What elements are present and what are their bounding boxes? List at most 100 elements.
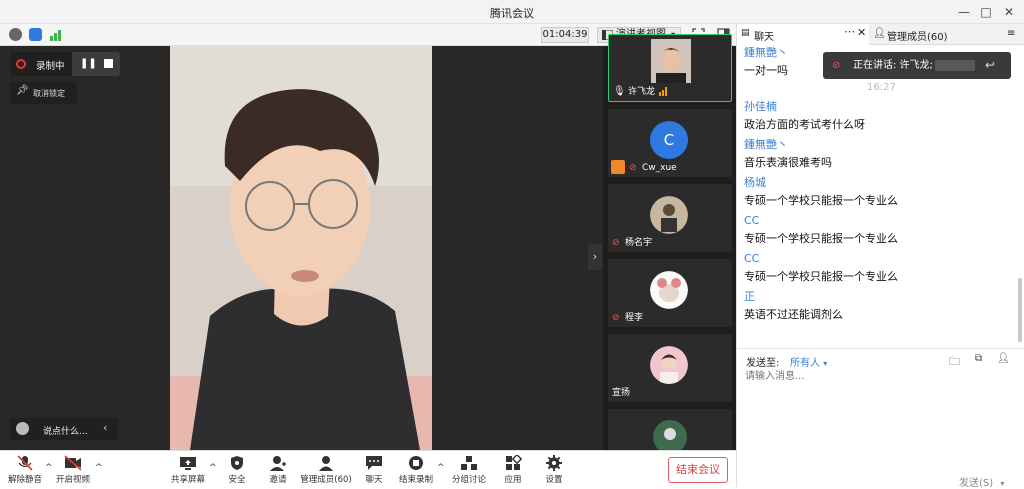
participant-name: Cw_xue	[642, 163, 677, 173]
side-tabs: ▤ 聊天 ⋯ ✕ 👤︎ 管理成员(60) ≡	[737, 24, 1024, 45]
title-bar: 腾讯会议 — □ ✕	[0, 0, 1024, 24]
message-sender: 孙佳楠	[744, 100, 777, 113]
tab-chat[interactable]: 聊天	[754, 28, 774, 43]
participant-tile[interactable]: C ⊘ Cw_xue	[608, 109, 732, 177]
apps-label: 应用	[504, 475, 522, 485]
invite-button[interactable]: 邀请	[263, 455, 293, 485]
message-timestamp: 16:27	[867, 82, 896, 93]
settings-label: 设置	[545, 475, 563, 485]
minimize-button[interactable]: —	[953, 2, 975, 22]
participant-tile[interactable]: 宣扬	[608, 334, 732, 402]
tab-members[interactable]: 管理成员(60)	[887, 28, 948, 43]
send-label: 发送(S)	[959, 478, 994, 489]
chat-icon: ▤	[741, 28, 750, 38]
participant-tile[interactable]	[608, 409, 732, 450]
invite-icon	[270, 456, 286, 471]
info-icon[interactable]	[9, 28, 22, 41]
mic-icon: 🎙︎	[613, 86, 626, 97]
avatar	[650, 196, 688, 234]
collapse-strip-button[interactable]: ›	[588, 244, 602, 270]
unpin-label: 取消锁定	[33, 89, 65, 98]
start-video-label: 开启视频	[55, 475, 90, 485]
chevron-up-icon[interactable]: ^	[437, 463, 445, 473]
chevron-left-icon[interactable]: ‹	[103, 421, 107, 434]
chat-message: 孙佳楠 政治方面的考试考什么呀	[744, 98, 1018, 136]
chat-label: 聊天	[365, 475, 383, 485]
meeting-timer: 01:04:39	[541, 27, 589, 43]
chat-scrollbar[interactable]	[1018, 278, 1022, 342]
close-icon[interactable]: ✕	[857, 26, 866, 39]
share-screen-label: 共享屏幕	[170, 475, 205, 485]
stop-recording-button[interactable]	[104, 59, 113, 68]
message-sender: 正	[744, 290, 755, 303]
camera-off-icon	[64, 455, 82, 471]
participant-strip: 🎙︎ 许飞龙 C ⊘ Cw_xue ⊘ 杨名宇 ⊘ 程李 宣扬	[603, 34, 736, 450]
speaking-indicator: ⊘ 正在讲话: 许飞龙; ↩	[823, 52, 1011, 79]
message-text: 政治方面的考试考什么呀	[744, 118, 865, 131]
user-icon[interactable]: 👤︎	[997, 353, 1010, 364]
participant-tile[interactable]: 🎙︎ 许飞龙	[608, 34, 732, 102]
reply-icon[interactable]: ↩	[985, 52, 995, 79]
participant-tile[interactable]: ⊘ 程李	[608, 259, 732, 327]
gear-icon	[546, 455, 562, 471]
mic-muted-icon	[17, 455, 33, 471]
avatar	[650, 271, 688, 309]
security-button[interactable]: 安全	[222, 455, 252, 485]
chat-button[interactable]: 聊天	[361, 455, 387, 485]
message-text: 专硕一个学校只能报一个专业么	[744, 232, 898, 245]
control-bar: 解除静音 ^ 开启视频 ^ 共享屏幕 ^ 安全 邀请 管理成员(60) 聊天 结…	[0, 450, 736, 487]
unmute-button[interactable]: 解除静音	[6, 455, 44, 485]
maximize-button[interactable]: □	[975, 2, 997, 22]
pause-recording-button[interactable]: ❚❚	[80, 58, 97, 69]
reaction-input[interactable]: 说点什么...	[43, 424, 88, 437]
chevron-up-icon[interactable]: ^	[45, 463, 53, 473]
apps-icon	[506, 455, 522, 470]
chat-message: 鍾無艷丶 音乐表演很难考吗	[744, 136, 1018, 174]
settings-button[interactable]: 设置	[541, 455, 567, 485]
video-stage: 录制中 ❚❚ 📌︎ 取消锁定 说点什么... ‹ ›	[0, 46, 603, 450]
window-title: 腾讯会议	[490, 7, 534, 20]
host-icon	[611, 160, 625, 174]
unmute-label: 解除静音	[7, 475, 42, 485]
message-text: 英语不过还能调剂么	[744, 308, 843, 321]
breakout-button[interactable]: 分组讨论	[450, 455, 488, 485]
recording-indicator[interactable]: 录制中 ❚❚	[10, 52, 120, 76]
shield-icon[interactable]	[29, 28, 42, 41]
end-recording-button[interactable]: 结束录制	[398, 455, 434, 485]
chevron-up-icon[interactable]: ^	[209, 463, 217, 473]
avatar	[650, 346, 688, 384]
participant-tile[interactable]: ⊘ 杨名宇	[608, 184, 732, 252]
signal-icon	[659, 87, 667, 96]
chat-panel: ▤ 聊天 ⋯ ✕ 👤︎ 管理成员(60) ≡ 鍾無艷丶 一对一吗 孙佳楠 政治方…	[736, 24, 1024, 489]
unpin-button[interactable]: 📌︎ 取消锁定	[10, 82, 77, 104]
message-input[interactable]	[745, 367, 1017, 385]
reaction-bar[interactable]: 说点什么... ‹	[10, 418, 118, 440]
participant-video	[651, 39, 691, 83]
start-video-button[interactable]: 开启视频	[54, 455, 92, 485]
more-icon[interactable]: ⋯	[844, 25, 855, 38]
chevron-up-icon[interactable]: ^	[95, 463, 103, 473]
message-sender: 杨城	[744, 176, 766, 189]
pin-icon: 📌︎	[16, 85, 29, 96]
chat-message: CC 专硕一个学校只能报一个专业么	[744, 250, 1018, 288]
message-text: 专硕一个学校只能报一个专业么	[744, 270, 898, 283]
close-button[interactable]: ✕	[998, 2, 1020, 22]
mic-muted-icon: ⊘	[832, 60, 841, 71]
manage-members-button[interactable]: 管理成员(60)	[300, 455, 352, 485]
participant-name: 杨名宇	[625, 238, 653, 248]
menu-icon[interactable]: ≡	[1007, 28, 1015, 39]
message-text: 专硕一个学校只能报一个专业么	[744, 194, 898, 207]
emoji-icon[interactable]	[16, 422, 29, 435]
chat-message: CC 专硕一个学校只能报一个专业么	[744, 212, 1018, 250]
message-sender: CC	[744, 252, 760, 265]
members-icon: 👤︎	[873, 28, 886, 39]
manage-members-label: 管理成员(60)	[300, 475, 352, 485]
message-text: 音乐表演很难考吗	[744, 156, 832, 169]
screenshot-icon[interactable]: ⧉	[975, 353, 982, 364]
apps-button[interactable]: 应用	[500, 455, 526, 485]
speaker-avatars	[935, 60, 975, 71]
end-meeting-button[interactable]: 结束会议	[668, 457, 728, 483]
message-sender: CC	[744, 214, 760, 227]
signal-icon[interactable]	[50, 29, 62, 41]
share-screen-button[interactable]: 共享屏幕	[169, 455, 207, 485]
